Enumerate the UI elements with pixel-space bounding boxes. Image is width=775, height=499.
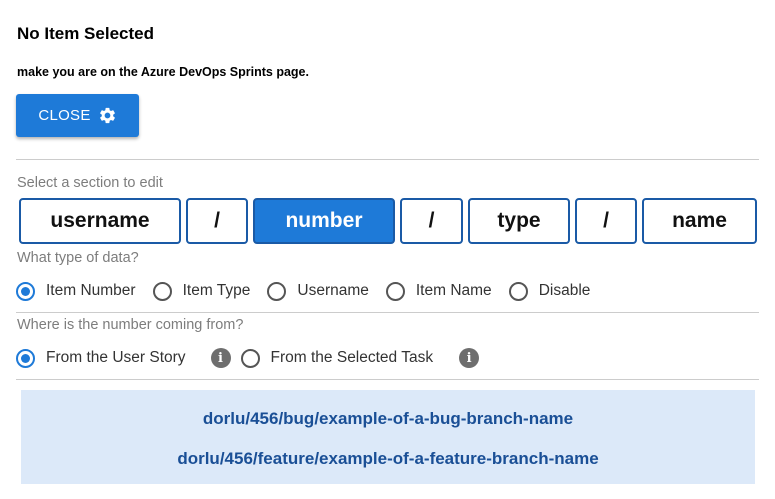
branch-preview-box: dorlu/456/bug/example-of-a-bug-branch-na… xyxy=(21,390,755,484)
number-source-label: Where is the number coming from? xyxy=(17,317,244,333)
preview-branch-bug: dorlu/456/bug/example-of-a-bug-branch-na… xyxy=(202,409,574,428)
radio-item-type[interactable]: Item Type xyxy=(152,281,251,301)
radio-item-name[interactable]: Item Name xyxy=(385,281,492,301)
radio-button[interactable] xyxy=(508,281,528,301)
info-icon[interactable]: i xyxy=(210,348,231,368)
segment-separator[interactable]: / xyxy=(186,198,248,244)
gear-icon xyxy=(99,107,115,124)
divider xyxy=(16,312,759,313)
number-source-radio-group: From the User Story i From the Selected … xyxy=(16,347,480,369)
radio-item-number[interactable]: Item Number xyxy=(16,281,136,301)
divider xyxy=(16,379,759,380)
radio-button[interactable] xyxy=(267,281,287,301)
radio-username[interactable]: Username xyxy=(267,281,369,301)
segment-separator[interactable]: / xyxy=(400,198,463,244)
close-button[interactable]: CLOSE xyxy=(16,94,139,137)
radio-from-selected-task[interactable]: From the Selected Task xyxy=(240,348,434,368)
segment-username[interactable]: username xyxy=(19,198,181,244)
preview-branch-feature: dorlu/456/feature/example-of-a-feature-b… xyxy=(177,449,599,468)
radio-disable[interactable]: Disable xyxy=(508,281,591,301)
radio-label: Item Type xyxy=(182,282,251,299)
data-type-label: What type of data? xyxy=(17,250,139,266)
radio-button[interactable] xyxy=(240,348,260,368)
page-subtitle: make you are on the Azure DevOps Sprints… xyxy=(17,65,309,79)
segments-section-label: Select a section to edit xyxy=(17,175,163,191)
segment-separator[interactable]: / xyxy=(575,198,637,244)
segment-name[interactable]: name xyxy=(642,198,757,244)
radio-button[interactable] xyxy=(385,281,405,301)
radio-label: From the Selected Task xyxy=(270,349,434,366)
info-icon[interactable]: i xyxy=(459,348,480,368)
radio-button-checked[interactable] xyxy=(16,281,35,301)
radio-label: Item Name xyxy=(415,282,492,299)
segment-type[interactable]: type xyxy=(468,198,570,244)
divider xyxy=(16,159,759,160)
segment-number[interactable]: number xyxy=(253,198,395,244)
radio-label: Item Number xyxy=(46,282,136,299)
radio-label: Disable xyxy=(538,282,591,299)
radio-button-checked[interactable] xyxy=(16,348,35,368)
page-title: No Item Selected xyxy=(17,24,154,43)
radio-button[interactable] xyxy=(152,281,172,301)
data-type-radio-group: Item Number Item Type Username Item Name… xyxy=(16,280,590,302)
radio-label: Username xyxy=(297,282,369,299)
radio-label: From the User Story xyxy=(46,349,186,366)
radio-from-user-story[interactable]: From the User Story xyxy=(16,348,186,368)
close-button-label: CLOSE xyxy=(38,107,91,124)
